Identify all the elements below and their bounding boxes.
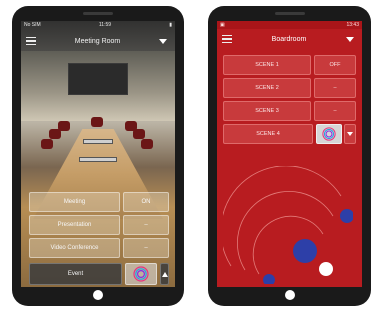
status-time: 13:43 (346, 22, 359, 28)
meeting-state-button[interactable]: ON (123, 192, 169, 212)
presentation-state-button[interactable]: – (123, 215, 169, 235)
orbit-visualization (223, 166, 353, 284)
page-title: Meeting Room (74, 37, 121, 45)
brand-logo-button[interactable] (316, 124, 342, 144)
brand-logo-button[interactable] (125, 263, 157, 285)
app-header: Meeting Room (21, 31, 175, 51)
chair (91, 117, 103, 127)
scene-2-state-button[interactable]: – (314, 78, 356, 98)
scene-controls: SCENE 1 OFF SCENE 2 – SCENE 3 – SCENE 4 (223, 55, 356, 147)
meeting-room-screen: No SIM 11:59 ▮ Meeting Room Meeting ON P… (21, 21, 175, 287)
chevron-down-icon[interactable] (159, 38, 167, 44)
status-bar: No SIM 11:59 ▮ (21, 21, 175, 29)
room-tv (68, 63, 128, 95)
presentation-button[interactable]: Presentation (29, 215, 120, 235)
status-bar: ▣ 13:43 (217, 21, 362, 29)
scene-3-button[interactable]: SCENE 3 (223, 101, 311, 121)
chevron-up-icon (161, 271, 168, 277)
orbit-handle[interactable] (319, 262, 333, 276)
scene-3-state-button[interactable]: – (314, 101, 356, 121)
chair (41, 139, 53, 149)
brand-logo-icon (133, 266, 149, 282)
orbit-node-large (293, 239, 317, 263)
left-phone: No SIM 11:59 ▮ Meeting Room Meeting ON P… (12, 6, 184, 306)
chair (141, 139, 153, 149)
scene-4-button[interactable]: SCENE 4 (223, 124, 313, 144)
notification-icon: ▣ (220, 22, 225, 28)
brand-logo-icon (322, 127, 336, 141)
collapse-button[interactable] (160, 263, 169, 285)
menu-icon[interactable] (26, 37, 36, 45)
scene-1-button[interactable]: SCENE 1 (223, 55, 311, 75)
conference-device (83, 139, 113, 144)
scene-2-button[interactable]: SCENE 2 (223, 78, 311, 98)
orbit-node (263, 274, 275, 284)
status-time: 11:59 (98, 22, 112, 28)
chevron-down-icon[interactable] (346, 36, 354, 42)
meeting-button[interactable]: Meeting (29, 192, 120, 212)
battery-icon: ▮ (169, 22, 172, 28)
video-conference-button[interactable]: Video Conference (29, 238, 120, 258)
speaker (274, 12, 305, 15)
scene-1-state-button[interactable]: OFF (314, 55, 356, 75)
video-conference-state-button[interactable]: – (123, 238, 169, 258)
app-header: Boardroom (217, 29, 362, 49)
page-title: Boardroom (271, 35, 307, 43)
boardroom-screen: ▣ 13:43 Boardroom SCENE 1 OFF SCENE 2 – … (217, 21, 362, 287)
home-button[interactable] (284, 290, 295, 300)
chair (58, 121, 70, 131)
conference-device (79, 157, 117, 162)
speaker (83, 12, 113, 15)
chevron-down-icon (347, 132, 353, 136)
orbit-node (340, 209, 353, 223)
menu-icon[interactable] (222, 35, 232, 43)
home-button[interactable] (93, 290, 103, 300)
scene-4-dropdown[interactable] (344, 124, 356, 144)
carrier-label: No SIM (24, 22, 41, 28)
right-phone: ▣ 13:43 Boardroom SCENE 1 OFF SCENE 2 – … (208, 6, 371, 306)
chair (125, 121, 137, 131)
event-button[interactable]: Event (29, 263, 122, 285)
scene-controls: Meeting ON Presentation – Video Conferen… (29, 192, 169, 287)
